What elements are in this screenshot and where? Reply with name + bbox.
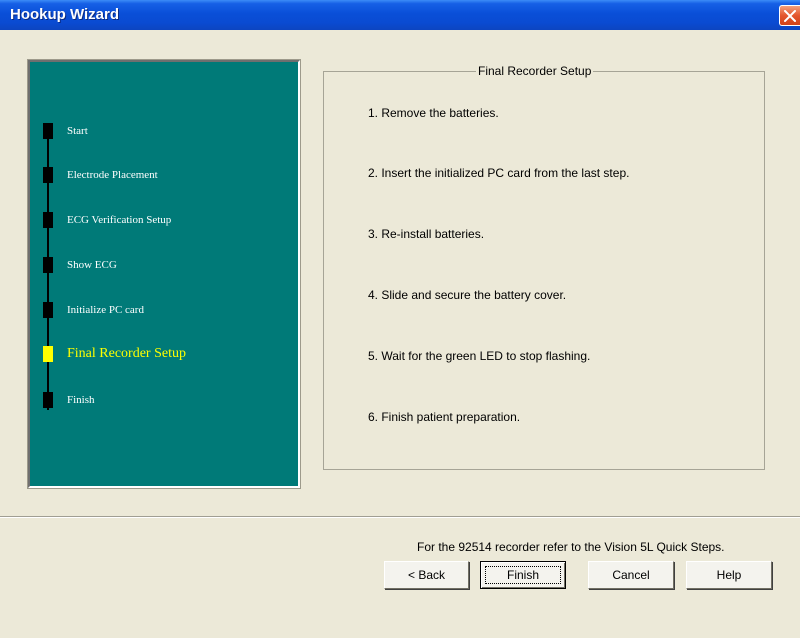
- step-marker-active: [43, 346, 53, 362]
- step-label: Finish: [67, 394, 95, 406]
- window-title: Hookup Wizard: [10, 6, 120, 23]
- step-marker: [43, 167, 53, 183]
- step-marker: [43, 392, 53, 408]
- step-label: Show ECG: [67, 259, 117, 271]
- instruction-item: 2. Insert the initialized PC card from t…: [368, 166, 630, 180]
- close-button[interactable]: [779, 5, 800, 26]
- finish-button[interactable]: Finish: [480, 561, 566, 589]
- step-label: Final Recorder Setup: [67, 346, 186, 361]
- back-button[interactable]: < Back: [384, 561, 469, 589]
- step-label: Start: [67, 125, 88, 137]
- step-label: Electrode Placement: [67, 169, 158, 181]
- group-title: Final Recorder Setup: [476, 64, 594, 78]
- final-recorder-setup-group: Final Recorder Setup 1. Remove the batte…: [323, 64, 765, 470]
- step-marker: [43, 212, 53, 228]
- instruction-item: 5. Wait for the green LED to stop flashi…: [368, 349, 591, 363]
- step-marker: [43, 257, 53, 273]
- step-label: ECG Verification Setup: [67, 214, 172, 226]
- separator-highlight: [0, 517, 800, 518]
- instruction-item: 4. Slide and secure the battery cover.: [368, 288, 567, 302]
- focus-ring: [485, 566, 561, 584]
- instruction-item: 3. Re-install batteries.: [368, 227, 485, 241]
- help-button[interactable]: Help: [686, 561, 772, 589]
- instruction-item: 1. Remove the batteries.: [368, 106, 499, 120]
- recorder-note: For the 92514 recorder refer to the Visi…: [417, 540, 725, 554]
- step-marker: [43, 302, 53, 318]
- instruction-item: 6. Finish patient preparation.: [368, 410, 521, 424]
- close-icon: [784, 10, 796, 22]
- title-bar[interactable]: Hookup Wizard: [0, 0, 800, 30]
- step-marker: [43, 123, 53, 139]
- step-label: Initialize PC card: [67, 304, 144, 316]
- cancel-button[interactable]: Cancel: [588, 561, 674, 589]
- wizard-steps-panel: Start Electrode Placement ECG Verificati…: [27, 59, 301, 489]
